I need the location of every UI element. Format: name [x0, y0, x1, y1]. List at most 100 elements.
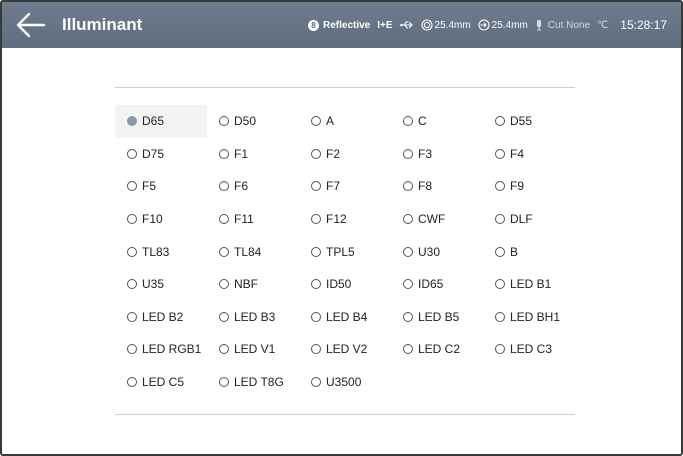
radio-icon — [403, 148, 413, 159]
illuminant-option[interactable]: F2 — [299, 138, 391, 171]
illuminant-label: LED V1 — [234, 342, 276, 357]
port-indicator: 25.4mm — [478, 19, 528, 31]
illuminant-option[interactable]: DLF — [483, 203, 575, 236]
radio-icon — [127, 148, 137, 159]
radio-icon — [403, 116, 413, 127]
radio-icon — [495, 344, 505, 355]
mode-label: Reflective — [323, 19, 371, 31]
port-size: 25.4mm — [491, 19, 528, 31]
illuminant-option[interactable]: LED B4 — [299, 301, 391, 334]
illuminant-option[interactable]: LED BH1 — [483, 301, 575, 334]
illuminant-option[interactable]: C — [391, 105, 483, 138]
ie-indicator: I+E — [377, 20, 392, 31]
illuminant-option[interactable]: U30 — [391, 235, 483, 268]
illuminant-option[interactable]: TPL5 — [299, 235, 391, 268]
illuminant-option[interactable]: U35 — [115, 268, 207, 301]
illuminant-option[interactable]: LED B1 — [483, 268, 575, 301]
illuminant-label: F7 — [326, 179, 341, 194]
illuminant-label: U35 — [142, 277, 165, 292]
usb-indicator — [399, 20, 414, 30]
illuminant-option[interactable]: F5 — [115, 170, 207, 203]
radio-icon — [495, 246, 505, 257]
illuminant-label: LED BH1 — [510, 309, 561, 324]
illuminant-label: D65 — [142, 114, 165, 129]
illuminant-label: TPL5 — [326, 244, 355, 259]
back-button[interactable] — [14, 11, 48, 39]
radio-icon — [219, 246, 229, 257]
illuminant-option[interactable]: D65 — [115, 105, 207, 138]
illuminant-option[interactable]: F3 — [391, 138, 483, 171]
illuminant-option[interactable]: ID50 — [299, 268, 391, 301]
radio-icon — [311, 116, 321, 127]
illuminant-label: D50 — [234, 114, 257, 129]
illuminant-option[interactable]: LED T8G — [207, 366, 299, 399]
illuminant-option[interactable]: TL84 — [207, 235, 299, 268]
illuminant-label: TL84 — [234, 244, 262, 259]
illuminant-label: F12 — [326, 212, 347, 227]
illuminant-label: LED B5 — [418, 309, 460, 324]
status-bar: 8 Reflective I+E 25.4mm 25.4mm Cut None … — [301, 2, 667, 48]
illuminant-label: F1 — [234, 146, 249, 161]
illuminant-label: F2 — [326, 146, 341, 161]
radio-icon — [311, 181, 321, 192]
radio-icon — [219, 181, 229, 192]
illuminant-option[interactable]: F4 — [483, 138, 575, 171]
radio-icon — [127, 311, 137, 322]
illuminant-option[interactable]: F11 — [207, 203, 299, 236]
measure-mode[interactable]: 8 Reflective — [308, 19, 371, 31]
illuminant-option[interactable]: LED V2 — [299, 333, 391, 366]
illuminant-option[interactable]: F12 — [299, 203, 391, 236]
illuminant-option[interactable]: F8 — [391, 170, 483, 203]
illuminant-option[interactable]: LED V1 — [207, 333, 299, 366]
radio-icon — [403, 246, 413, 257]
illuminant-option[interactable]: LED C5 — [115, 366, 207, 399]
illuminant-option[interactable]: F7 — [299, 170, 391, 203]
illuminant-label: CWF — [418, 212, 446, 227]
illuminant-label: F11 — [234, 212, 254, 227]
illuminant-option[interactable]: F1 — [207, 138, 299, 171]
illuminant-label: NBF — [234, 277, 258, 292]
illuminant-option[interactable]: D75 — [115, 138, 207, 171]
illuminant-option[interactable]: ID65 — [391, 268, 483, 301]
bottom-divider — [115, 414, 575, 415]
illuminant-label: LED B1 — [510, 277, 552, 292]
app-window: Illuminant 8 Reflective I+E 25.4mm 25.4m… — [0, 0, 683, 456]
illuminant-option[interactable]: B — [483, 235, 575, 268]
clock: 15:28:17 — [620, 18, 667, 32]
illuminant-label: D75 — [142, 146, 165, 161]
illuminant-option[interactable]: LED B5 — [391, 301, 483, 334]
illuminant-option[interactable]: LED C3 — [483, 333, 575, 366]
radio-icon — [219, 377, 229, 388]
radio-icon — [403, 181, 413, 192]
illuminant-label: F8 — [418, 179, 433, 194]
illuminant-option[interactable]: F9 — [483, 170, 575, 203]
illuminant-label: U3500 — [326, 375, 362, 390]
illuminant-label: LED B2 — [142, 309, 184, 324]
illuminant-label: F3 — [418, 146, 433, 161]
illuminant-label: F5 — [142, 179, 157, 194]
cut-label: Cut None — [547, 19, 591, 31]
illuminant-option[interactable]: LED B2 — [115, 301, 207, 334]
illuminant-label: A — [326, 114, 335, 129]
illuminant-option[interactable]: D55 — [483, 105, 575, 138]
illuminant-option[interactable]: LED RGB1 — [115, 333, 207, 366]
illuminant-option[interactable]: LED C2 — [391, 333, 483, 366]
radio-icon — [127, 377, 137, 388]
illuminant-label: DLF — [510, 212, 533, 227]
illuminant-label: LED C2 — [418, 342, 461, 357]
aperture-indicator: 25.4mm — [420, 19, 471, 31]
illuminant-option[interactable]: CWF — [391, 203, 483, 236]
illuminant-option[interactable]: U3500 — [299, 366, 391, 399]
radio-icon — [127, 279, 137, 290]
illuminant-option[interactable]: NBF — [207, 268, 299, 301]
illuminant-option[interactable]: F6 — [207, 170, 299, 203]
radio-icon — [311, 246, 321, 257]
illuminant-option[interactable]: TL83 — [115, 235, 207, 268]
illuminant-option[interactable]: D50 — [207, 105, 299, 138]
illuminant-option[interactable]: F10 — [115, 203, 207, 236]
illuminant-options: D65 D50 A C D55 D75 F1 F2 F3 F4 F5 F6 F7 F8 F9 F10 F11 F1… — [115, 105, 575, 398]
illuminant-option[interactable]: A — [299, 105, 391, 138]
illuminant-option[interactable]: LED B3 — [207, 301, 299, 334]
ie-label: I+E — [377, 19, 393, 31]
radio-icon — [311, 344, 321, 355]
